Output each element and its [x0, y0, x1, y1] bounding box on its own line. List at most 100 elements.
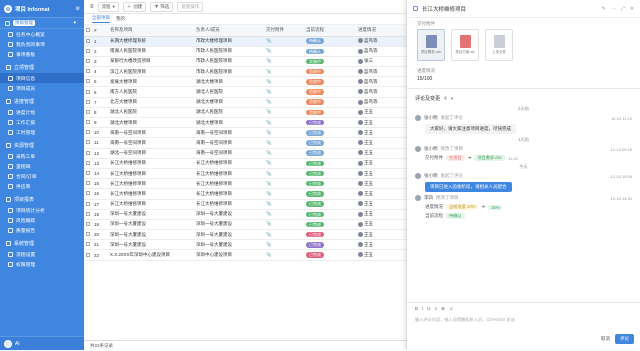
sidebar-item[interactable]: 工时管理: [0, 127, 84, 137]
more-icon[interactable]: ⋯: [611, 6, 616, 12]
table-row[interactable]: 19 深圳一号大厦建设 深圳一号大厦建设 📎 已完成 王五: [84, 219, 406, 231]
row-checkbox[interactable]: [84, 127, 92, 139]
row-name[interactable]: X.X.20XX年深圳中心建设项目: [108, 249, 194, 261]
row-name[interactable]: 南方人民医院: [108, 86, 194, 98]
row-checkbox[interactable]: [84, 188, 92, 200]
table-row[interactable]: 14 长江大桥维修项目 长江大桥维修项目 📎 已完成 王五: [84, 168, 406, 180]
row-name[interactable]: 深圳一号大厦建设: [108, 229, 194, 241]
row-attachment[interactable]: 📎: [264, 219, 304, 231]
view-selector[interactable]: 流程 ▾: [97, 1, 119, 12]
table-row[interactable]: 7 北方大楼项目 湖北大楼项目 📎 验收中 蓝鸟等: [84, 97, 406, 108]
row-attachment[interactable]: 📎: [264, 117, 304, 129]
row-checkbox[interactable]: [84, 148, 92, 159]
row-name[interactable]: 长江大桥维修项目: [108, 178, 194, 190]
close-icon[interactable]: ✕: [630, 6, 634, 12]
sidebar-item[interactable]: 任务中心概览: [0, 29, 84, 39]
table-row[interactable]: 4 滨江人民医院项目 市政人民医院项目 📎 验收中 蓝鸟等: [84, 66, 406, 78]
row-name[interactable]: 海南一号空间项目: [108, 127, 194, 139]
row-checkbox[interactable]: [84, 66, 92, 78]
row-checkbox[interactable]: [84, 249, 92, 261]
sidebar-group[interactable]: 资源管理: [0, 140, 84, 151]
row-attachment[interactable]: 📎: [264, 168, 304, 180]
table-row[interactable]: 3 某银行大楼改造项目 市政人民医院项目 📎 实施中 张三: [84, 56, 406, 68]
expand-icon[interactable]: ⤢: [621, 6, 625, 12]
table-row[interactable]: 20 深圳一号大厦建设 深圳一号大厦建设 📎 已完成 王五: [84, 229, 406, 241]
table-row[interactable]: 8 湖北人民医院 湖北人民医院 📎 验收中 王五: [84, 107, 406, 119]
table-row[interactable]: 13 长江大桥维修项目 长江大桥维修项目 📎 已完成 王五: [84, 158, 406, 169]
row-attachment[interactable]: 📎: [264, 127, 304, 139]
attachment-file[interactable]: 项目需求.doc: [417, 29, 445, 61]
row-attachment[interactable]: 📎: [264, 229, 304, 241]
row-name[interactable]: 长江大桥维修项目: [108, 188, 194, 200]
sidebar-item[interactable]: 我负责的事项: [0, 39, 84, 49]
format-tool-icon[interactable]: ≡: [435, 306, 438, 312]
row-name[interactable]: 深圳一号大厦建设: [108, 209, 194, 220]
row-checkbox[interactable]: [84, 56, 92, 68]
tab-mine[interactable]: 我的: [116, 16, 125, 22]
row-name[interactable]: 长期大楼修理系统: [108, 36, 194, 47]
row-attachment[interactable]: 📎: [264, 97, 304, 108]
sidebar-item[interactable]: 采购工单: [0, 151, 84, 161]
row-attachment[interactable]: 📎: [264, 66, 304, 78]
attachment-file[interactable]: 项目方案.xls: [451, 29, 479, 61]
row-name[interactable]: 湖北一号空间项目: [108, 148, 194, 159]
row-checkbox[interactable]: [84, 178, 92, 190]
user-avatar[interactable]: [4, 339, 12, 348]
row-checkbox[interactable]: [84, 137, 92, 149]
send-comment-button[interactable]: 评论: [615, 334, 634, 344]
row-name[interactable]: 南湖人民医院项目: [108, 46, 194, 57]
row-checkbox[interactable]: [84, 107, 92, 119]
row-name[interactable]: 湖北人民医院: [108, 107, 194, 119]
format-tool-icon[interactable]: B: [415, 306, 418, 312]
row-attachment[interactable]: 📎: [264, 46, 304, 57]
row-attachment[interactable]: 📎: [264, 158, 304, 169]
filter-button[interactable]: ⧩ 筛选: [150, 1, 174, 12]
row-checkbox[interactable]: [84, 76, 92, 88]
row-name[interactable]: 发展大楼项目: [108, 76, 194, 88]
batch-button[interactable]: 批量操作: [177, 1, 204, 12]
app-switcher[interactable]: 项目管理 ▾: [0, 18, 84, 29]
row-name[interactable]: 长江大桥维修项目: [108, 199, 194, 210]
sidebar-item[interactable]: 权限管理: [0, 259, 84, 269]
row-name[interactable]: 深圳一号大厦建设: [108, 239, 194, 251]
row-attachment[interactable]: 📎: [264, 239, 304, 251]
row-checkbox[interactable]: [84, 219, 92, 231]
row-checkbox[interactable]: [84, 117, 92, 129]
row-attachment[interactable]: 📎: [264, 199, 304, 210]
cancel-button[interactable]: 取消: [601, 336, 610, 342]
row-attachment[interactable]: 📎: [264, 148, 304, 159]
table-row[interactable]: 21 深圳一号大厦建设 深圳一号大厦建设 📎 已完成 王五: [84, 239, 406, 251]
row-checkbox[interactable]: [84, 209, 92, 220]
table-row[interactable]: 11 海南一号空间项目 海南一号空间项目 📎 已完成 王五: [84, 137, 406, 149]
format-tool-icon[interactable]: ⊕: [441, 306, 445, 312]
row-attachment[interactable]: 📎: [264, 137, 304, 149]
table-row[interactable]: 10 海南一号空间项目 海南一号空间项目 📎 已完成 王五: [84, 127, 406, 139]
row-attachment[interactable]: 📎: [264, 249, 304, 261]
row-checkbox[interactable]: [84, 97, 92, 108]
sidebar-item[interactable]: 事项看板: [0, 49, 84, 59]
sidebar-item[interactable]: 质量报告: [0, 225, 84, 235]
sidebar-item[interactable]: 流程设置: [0, 249, 84, 259]
row-checkbox[interactable]: [84, 229, 92, 241]
sidebar-item[interactable]: 项目统计分析: [0, 205, 84, 215]
sidebar-group[interactable]: 立项管理: [0, 62, 84, 73]
sidebar-item[interactable]: 风险跟踪: [0, 215, 84, 225]
row-attachment[interactable]: 📎: [264, 76, 304, 88]
sidebar-group[interactable]: 进度管理: [0, 96, 84, 107]
row-attachment[interactable]: 📎: [264, 36, 304, 47]
sidebar-item[interactable]: 供应商: [0, 181, 84, 191]
row-name[interactable]: 某银行大楼改造项目: [108, 56, 194, 68]
col-name[interactable]: 名称及项目: [108, 25, 194, 37]
row-checkbox[interactable]: [84, 46, 92, 57]
table-row[interactable]: 15 长江大桥维修项目 长江大桥维修项目 📎 已完成 王五: [84, 178, 406, 190]
row-name[interactable]: 长江大桥维修项目: [108, 158, 194, 169]
row-checkbox[interactable]: [84, 199, 92, 210]
col-progress[interactable]: 进度情况: [356, 25, 406, 37]
settings-icon[interactable]: ⚙: [76, 6, 80, 12]
row-checkbox[interactable]: [84, 36, 92, 47]
table-row[interactable]: 1 长期大楼修理系统 市政大楼修理项目 📎 待确认 蓝鸟等: [84, 36, 406, 47]
row-checkbox[interactable]: [84, 86, 92, 98]
table-row[interactable]: 9 湖北大楼项目 湖北大楼项目 📎 已完成 王五: [84, 117, 406, 129]
col-owner[interactable]: 负责人/成员: [194, 25, 264, 37]
row-checkbox[interactable]: [84, 158, 92, 169]
